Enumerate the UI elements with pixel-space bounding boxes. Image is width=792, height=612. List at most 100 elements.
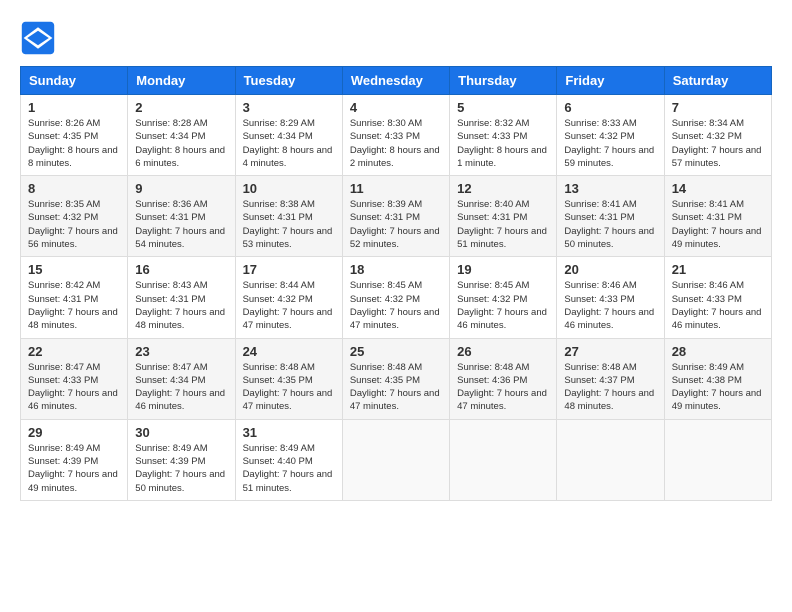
calendar-cell: 6 Sunrise: 8:33 AM Sunset: 4:32 PM Dayli…: [557, 95, 664, 176]
calendar-cell: 13 Sunrise: 8:41 AM Sunset: 4:31 PM Dayl…: [557, 176, 664, 257]
sunset-text: Sunset: 4:34 PM: [135, 131, 205, 142]
sunset-text: Sunset: 4:40 PM: [243, 456, 313, 467]
sunset-text: Sunset: 4:32 PM: [672, 131, 742, 142]
sunset-text: Sunset: 4:33 PM: [457, 131, 527, 142]
daylight-text: Daylight: 7 hours and 47 minutes.: [350, 388, 440, 412]
sunset-text: Sunset: 4:33 PM: [350, 131, 420, 142]
sunset-text: Sunset: 4:32 PM: [564, 131, 634, 142]
daylight-text: Daylight: 7 hours and 47 minutes.: [457, 388, 547, 412]
day-info: Sunrise: 8:47 AM Sunset: 4:34 PM Dayligh…: [135, 361, 227, 414]
calendar-cell: [450, 419, 557, 500]
calendar-week-row: 22 Sunrise: 8:47 AM Sunset: 4:33 PM Dayl…: [21, 338, 772, 419]
sunset-text: Sunset: 4:31 PM: [672, 212, 742, 223]
day-number: 5: [457, 100, 549, 115]
day-number: 6: [564, 100, 656, 115]
weekday-header-saturday: Saturday: [664, 67, 771, 95]
day-info: Sunrise: 8:43 AM Sunset: 4:31 PM Dayligh…: [135, 279, 227, 332]
calendar-cell: 12 Sunrise: 8:40 AM Sunset: 4:31 PM Dayl…: [450, 176, 557, 257]
day-number: 17: [243, 262, 335, 277]
calendar-week-row: 8 Sunrise: 8:35 AM Sunset: 4:32 PM Dayli…: [21, 176, 772, 257]
calendar-week-row: 15 Sunrise: 8:42 AM Sunset: 4:31 PM Dayl…: [21, 257, 772, 338]
sunrise-text: Sunrise: 8:40 AM: [457, 199, 529, 210]
calendar-cell: 8 Sunrise: 8:35 AM Sunset: 4:32 PM Dayli…: [21, 176, 128, 257]
sunrise-text: Sunrise: 8:46 AM: [564, 280, 636, 291]
sunset-text: Sunset: 4:32 PM: [28, 212, 98, 223]
day-number: 4: [350, 100, 442, 115]
daylight-text: Daylight: 7 hours and 47 minutes.: [350, 307, 440, 331]
day-info: Sunrise: 8:30 AM Sunset: 4:33 PM Dayligh…: [350, 117, 442, 170]
sunrise-text: Sunrise: 8:47 AM: [28, 362, 100, 373]
daylight-text: Daylight: 7 hours and 56 minutes.: [28, 226, 118, 250]
sunrise-text: Sunrise: 8:43 AM: [135, 280, 207, 291]
day-info: Sunrise: 8:40 AM Sunset: 4:31 PM Dayligh…: [457, 198, 549, 251]
day-info: Sunrise: 8:34 AM Sunset: 4:32 PM Dayligh…: [672, 117, 764, 170]
day-info: Sunrise: 8:49 AM Sunset: 4:39 PM Dayligh…: [135, 442, 227, 495]
daylight-text: Daylight: 7 hours and 51 minutes.: [457, 226, 547, 250]
sunrise-text: Sunrise: 8:30 AM: [350, 118, 422, 129]
day-info: Sunrise: 8:35 AM Sunset: 4:32 PM Dayligh…: [28, 198, 120, 251]
calendar-cell: 9 Sunrise: 8:36 AM Sunset: 4:31 PM Dayli…: [128, 176, 235, 257]
sunset-text: Sunset: 4:35 PM: [243, 375, 313, 386]
day-number: 30: [135, 425, 227, 440]
calendar-cell: 26 Sunrise: 8:48 AM Sunset: 4:36 PM Dayl…: [450, 338, 557, 419]
sunset-text: Sunset: 4:35 PM: [350, 375, 420, 386]
calendar-cell: 30 Sunrise: 8:49 AM Sunset: 4:39 PM Dayl…: [128, 419, 235, 500]
sunrise-text: Sunrise: 8:39 AM: [350, 199, 422, 210]
day-info: Sunrise: 8:49 AM Sunset: 4:38 PM Dayligh…: [672, 361, 764, 414]
day-info: Sunrise: 8:33 AM Sunset: 4:32 PM Dayligh…: [564, 117, 656, 170]
daylight-text: Daylight: 8 hours and 4 minutes.: [243, 145, 333, 169]
calendar-cell: 24 Sunrise: 8:48 AM Sunset: 4:35 PM Dayl…: [235, 338, 342, 419]
daylight-text: Daylight: 8 hours and 8 minutes.: [28, 145, 118, 169]
day-number: 23: [135, 344, 227, 359]
sunrise-text: Sunrise: 8:36 AM: [135, 199, 207, 210]
day-number: 1: [28, 100, 120, 115]
daylight-text: Daylight: 7 hours and 48 minutes.: [135, 307, 225, 331]
day-info: Sunrise: 8:44 AM Sunset: 4:32 PM Dayligh…: [243, 279, 335, 332]
calendar-cell: 20 Sunrise: 8:46 AM Sunset: 4:33 PM Dayl…: [557, 257, 664, 338]
sunset-text: Sunset: 4:33 PM: [28, 375, 98, 386]
sunset-text: Sunset: 4:36 PM: [457, 375, 527, 386]
sunset-text: Sunset: 4:38 PM: [672, 375, 742, 386]
weekday-header-friday: Friday: [557, 67, 664, 95]
daylight-text: Daylight: 7 hours and 52 minutes.: [350, 226, 440, 250]
calendar-cell: 16 Sunrise: 8:43 AM Sunset: 4:31 PM Dayl…: [128, 257, 235, 338]
sunset-text: Sunset: 4:39 PM: [135, 456, 205, 467]
sunset-text: Sunset: 4:37 PM: [564, 375, 634, 386]
sunrise-text: Sunrise: 8:34 AM: [672, 118, 744, 129]
daylight-text: Daylight: 7 hours and 48 minutes.: [564, 388, 654, 412]
daylight-text: Daylight: 7 hours and 57 minutes.: [672, 145, 762, 169]
sunrise-text: Sunrise: 8:49 AM: [28, 443, 100, 454]
calendar-cell: 27 Sunrise: 8:48 AM Sunset: 4:37 PM Dayl…: [557, 338, 664, 419]
sunrise-text: Sunrise: 8:44 AM: [243, 280, 315, 291]
day-number: 28: [672, 344, 764, 359]
sunset-text: Sunset: 4:32 PM: [243, 294, 313, 305]
calendar-week-row: 1 Sunrise: 8:26 AM Sunset: 4:35 PM Dayli…: [21, 95, 772, 176]
day-info: Sunrise: 8:29 AM Sunset: 4:34 PM Dayligh…: [243, 117, 335, 170]
calendar-cell: 23 Sunrise: 8:47 AM Sunset: 4:34 PM Dayl…: [128, 338, 235, 419]
day-info: Sunrise: 8:46 AM Sunset: 4:33 PM Dayligh…: [672, 279, 764, 332]
calendar-cell: 25 Sunrise: 8:48 AM Sunset: 4:35 PM Dayl…: [342, 338, 449, 419]
sunrise-text: Sunrise: 8:35 AM: [28, 199, 100, 210]
day-info: Sunrise: 8:45 AM Sunset: 4:32 PM Dayligh…: [350, 279, 442, 332]
sunset-text: Sunset: 4:31 PM: [135, 294, 205, 305]
sunrise-text: Sunrise: 8:45 AM: [457, 280, 529, 291]
daylight-text: Daylight: 7 hours and 59 minutes.: [564, 145, 654, 169]
sunrise-text: Sunrise: 8:49 AM: [135, 443, 207, 454]
sunrise-text: Sunrise: 8:48 AM: [564, 362, 636, 373]
day-info: Sunrise: 8:36 AM Sunset: 4:31 PM Dayligh…: [135, 198, 227, 251]
calendar-cell: 19 Sunrise: 8:45 AM Sunset: 4:32 PM Dayl…: [450, 257, 557, 338]
header: [20, 20, 772, 56]
daylight-text: Daylight: 8 hours and 1 minute.: [457, 145, 547, 169]
day-number: 8: [28, 181, 120, 196]
sunrise-text: Sunrise: 8:29 AM: [243, 118, 315, 129]
sunrise-text: Sunrise: 8:48 AM: [457, 362, 529, 373]
logo: [20, 20, 62, 56]
daylight-text: Daylight: 7 hours and 46 minutes.: [135, 388, 225, 412]
calendar-cell: 28 Sunrise: 8:49 AM Sunset: 4:38 PM Dayl…: [664, 338, 771, 419]
day-number: 9: [135, 181, 227, 196]
day-number: 16: [135, 262, 227, 277]
day-info: Sunrise: 8:39 AM Sunset: 4:31 PM Dayligh…: [350, 198, 442, 251]
calendar-cell: [342, 419, 449, 500]
calendar-cell: 1 Sunrise: 8:26 AM Sunset: 4:35 PM Dayli…: [21, 95, 128, 176]
day-info: Sunrise: 8:48 AM Sunset: 4:35 PM Dayligh…: [243, 361, 335, 414]
